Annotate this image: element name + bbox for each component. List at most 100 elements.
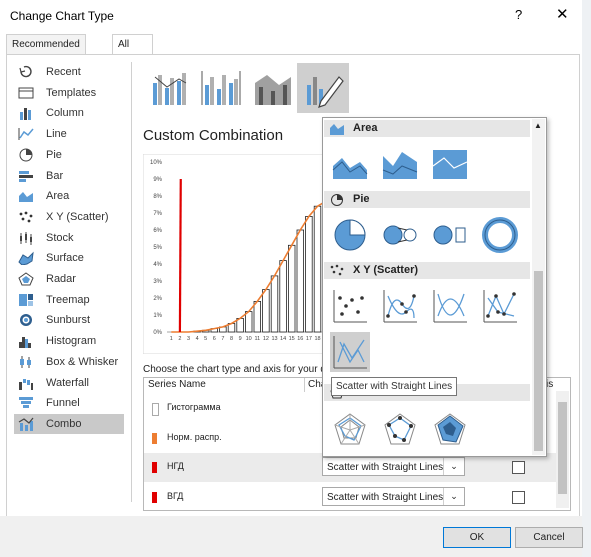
filled-radar-icon [434,413,466,445]
radar-markers-option[interactable] [380,410,420,450]
y-tick-label: 4% [153,262,162,268]
area-option[interactable] [330,144,370,184]
series-row[interactable]: НГД Scatter with Straight Lines ⌄ [144,453,562,482]
scroll-up-icon[interactable]: ▲ [534,121,542,130]
scatter-smooth-lines-markers-icon [383,290,417,323]
x-tick-label: 10 [246,336,252,342]
sidebar-item-surface[interactable]: Surface [14,248,124,268]
combo-type-stacked-area-clustered-column[interactable] [249,63,295,113]
cancel-button[interactable]: Cancel [515,527,583,548]
chart-type-value: Scatter with Straight Lines [327,491,444,503]
tab-recommended-charts[interactable]: Recommended Charts [6,34,86,69]
sidebar-item-label: Recent [46,66,81,78]
y-tick-label: 9% [153,177,162,183]
header-divider [304,378,305,392]
chart-preview: 0% 1% 2% 3% 4% 5% 6% 7% 8% 9% 10% 1 2 3 4 5 6 7 8 9 10 11 12 13… [142,153,344,355]
scatter-smooth-lines-markers-option[interactable] [380,286,420,326]
sidebar-item-recent[interactable]: Recent [14,62,124,82]
scatter-straight-lines-markers-option[interactable] [480,286,520,326]
sidebar-item-combo[interactable]: Combo [14,413,124,434]
sidebar-item-histogram[interactable]: Histogram [14,331,124,351]
sidebar-item-label: Radar [46,273,76,285]
stacked-area-option[interactable] [380,144,420,184]
sidebar-item-line[interactable]: Line [14,124,124,144]
sidebar-item-label: Templates [46,86,97,99]
series-name: НГД [167,461,184,471]
chevron-down-icon[interactable]: ⌄ [443,487,464,505]
section-label: Area [353,122,378,134]
filled-radar-option[interactable] [430,410,470,450]
histogram-bar [253,300,261,333]
secondary-axis-checkbox[interactable] [512,461,525,474]
x-tick-label: 3 [187,336,190,342]
y-tick-label: 0% [153,330,162,336]
help-button[interactable]: ? [515,7,522,22]
sidebar-item-label: Treemap [46,293,90,306]
area-icon [330,124,344,135]
sidebar-item-label: Area [46,190,70,203]
combo-type-custom-combination[interactable] [297,63,349,113]
column-header-series-name: Series Name [148,379,206,390]
combo-type-clustered-column-line[interactable] [145,63,191,113]
x-tick-label: 11 [254,336,260,342]
series-row[interactable]: ВГД Scatter with Straight Lines ⌄ [144,483,562,512]
radar-icon [334,413,366,445]
sidebar-item-x-y-scatter[interactable]: X Y (Scatter) [14,207,124,227]
sidebar-item-radar[interactable]: Radar [14,269,124,289]
doughnut-option[interactable] [480,215,520,255]
sidebar-item-column[interactable]: Column [14,103,124,123]
line-icon [18,128,34,141]
x-tick-label: 15 [289,336,295,342]
sidebar-item-area[interactable]: Area [14,186,124,206]
histogram-bar [305,216,313,333]
scatter-smooth-lines-option[interactable] [430,286,470,326]
sidebar-item-sunburst[interactable]: Sunburst [14,310,124,330]
section-label: X Y (Scatter) [353,264,419,276]
x-tick-label: 9 [239,336,242,342]
scatter-straight-lines-icon [333,336,367,369]
stacked-area-icon [382,152,418,179]
pie-option[interactable] [330,215,370,255]
sidebar-item-pie[interactable]: Pie [14,145,124,165]
ok-button[interactable]: OK [443,527,511,548]
scatter-option[interactable] [330,286,370,326]
100-stacked-area-option[interactable] [430,144,470,184]
dropdown-scrollbar-thumb[interactable] [534,271,543,451]
area-icon [332,158,368,179]
secondary-axis-checkbox[interactable] [512,490,525,504]
tab-all-charts[interactable]: All Charts [112,34,154,69]
close-button[interactable]: ✕ [556,5,569,23]
chart-type-select[interactable]: Scatter with Straight Lines ⌄ [322,486,465,506]
scatter-smooth-lines-icon [433,290,467,323]
clustered-column-line-icon [153,73,187,105]
sidebar-item-waterfall[interactable]: Waterfall [14,373,124,393]
sunburst-icon [20,314,32,327]
x-tick-label: 18 [314,336,320,342]
100-stacked-area-icon [432,150,468,179]
series-name: ВГД [167,490,184,501]
chevron-down-icon[interactable]: ⌄ [443,458,464,475]
sidebar-item-stock[interactable]: Stock [14,228,124,248]
scatter-straight-lines-option[interactable] [330,332,370,372]
sidebar-item-templates[interactable]: Templates [14,83,124,103]
sidebar-item-box-whisker[interactable]: Box & Whisker [14,352,124,372]
sidebar-item-funnel[interactable]: Funnel [14,393,124,413]
sidebar-item-bar[interactable]: Bar [14,166,124,186]
table-scrollbar-thumb[interactable] [558,402,567,494]
column-header-secondary-axis: is [546,379,554,390]
radar-option[interactable] [330,410,370,450]
combo-type-clustered-column-line-secondary-axis[interactable] [197,63,243,113]
chart-type-select[interactable]: Scatter with Straight Lines ⌄ [322,457,465,476]
histogram-bar [313,205,322,333]
sidebar-item-label: Bar [46,169,64,182]
doughnut-icon [482,217,518,253]
pie-icon [331,194,343,206]
waterfall-icon [19,378,33,390]
stock-icon [20,231,32,245]
pie-of-pie-option[interactable] [380,215,420,255]
sidebar-item-treemap[interactable]: Treemap [14,290,124,310]
treemap-icon [19,293,33,306]
radar-icon [18,272,34,286]
bar-of-pie-option[interactable] [430,215,470,255]
sidebar-item-label: Funnel [46,397,80,410]
